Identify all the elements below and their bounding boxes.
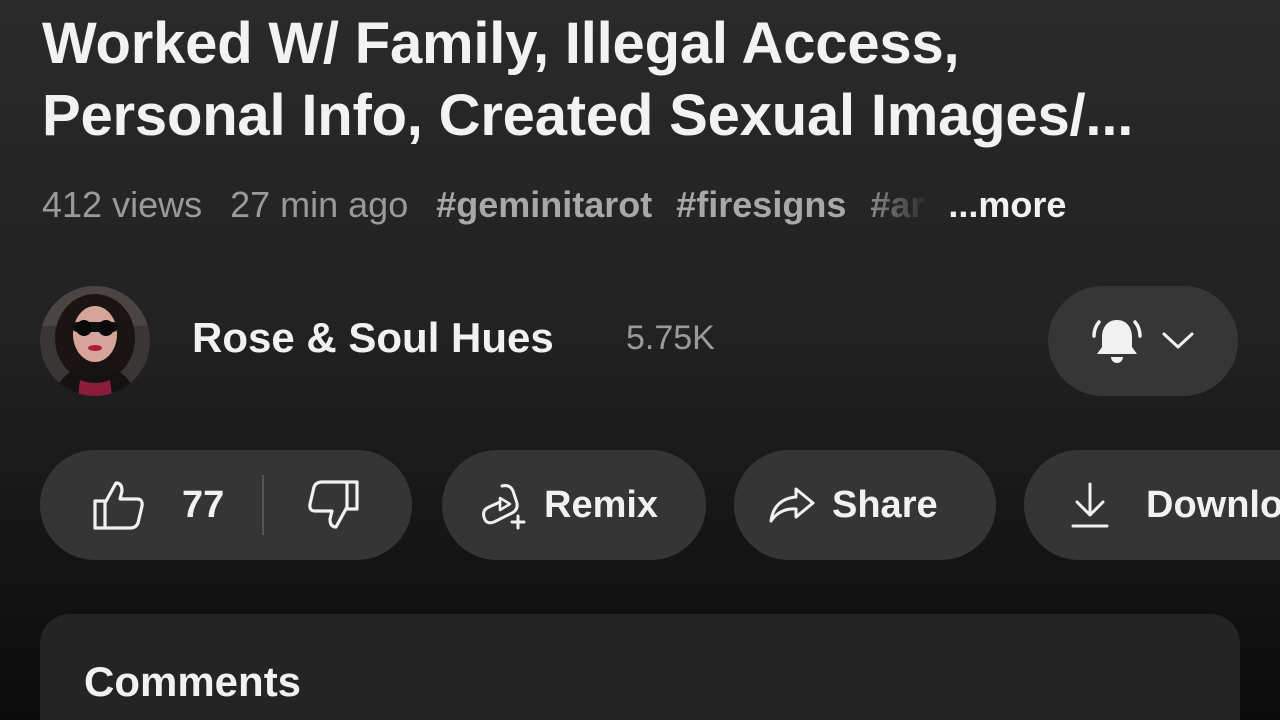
- like-dislike-group: 77: [40, 450, 412, 560]
- like-count: 77: [182, 483, 225, 526]
- chevron-down-icon: [1162, 332, 1194, 349]
- thumbs-up-icon: [93, 481, 144, 530]
- notification-bell-button[interactable]: [1048, 286, 1238, 396]
- subscriber-count: 5.75K: [626, 319, 715, 357]
- upload-age: 27 min ago: [230, 184, 409, 225]
- hashtag-link[interactable]: #geminitarot: [436, 184, 652, 226]
- view-count: 412 views: [42, 184, 203, 225]
- action-bar: 77 Remix Share Download: [40, 450, 1280, 560]
- dislike-button[interactable]: [264, 450, 360, 560]
- share-button[interactable]: Share: [734, 450, 996, 560]
- thumbs-down-icon: [308, 480, 359, 529]
- channel-row: Rose & Soul Hues 5.75K: [40, 286, 1240, 396]
- comments-section[interactable]: Comments: [40, 614, 1240, 720]
- video-title-line-2: Personal Info, Created Sexual Images/...: [42, 83, 1134, 148]
- channel-avatar[interactable]: [40, 286, 150, 396]
- bell-icon: [1092, 320, 1142, 363]
- video-title-line-1: Worked W/ Family, Illegal Access,: [42, 11, 960, 76]
- comments-title: Comments: [84, 658, 302, 705]
- remix-button[interactable]: Remix: [442, 450, 706, 560]
- like-button[interactable]: 77: [40, 450, 224, 560]
- video-metadata[interactable]: 412 views 27 min ago #geminitarot #fires…: [42, 180, 1066, 230]
- hashtag-link[interactable]: #firesigns: [676, 184, 846, 226]
- hashtag-link[interactable]: #ar: [870, 184, 930, 226]
- channel-name[interactable]: Rose & Soul Hues: [192, 314, 554, 362]
- remix-label: Remix: [544, 483, 659, 526]
- remix-icon: [482, 484, 526, 530]
- download-icon: [1071, 482, 1109, 528]
- share-arrow-icon: [769, 487, 815, 523]
- person-avatar-icon: [40, 286, 150, 396]
- share-label: Share: [832, 483, 938, 526]
- download-button[interactable]: Download: [1024, 450, 1280, 560]
- video-title[interactable]: Worked W/ Family, Illegal Access, Person…: [42, 8, 1242, 152]
- more-link[interactable]: ...more: [948, 184, 1066, 226]
- download-label: Download: [1146, 483, 1280, 526]
